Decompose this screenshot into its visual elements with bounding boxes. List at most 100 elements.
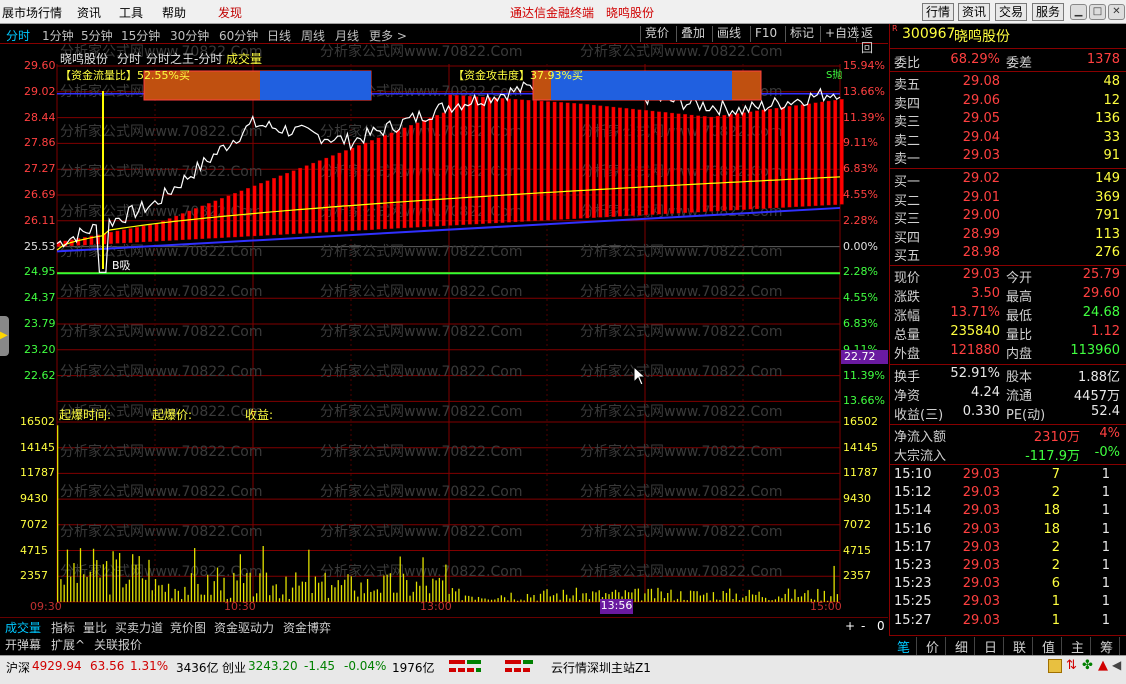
tick-row[interactable]: 15:10 29.03 7 1: [890, 467, 1126, 485]
buy-row[interactable]: 买二 29.01 369: [890, 190, 1126, 209]
sell-row[interactable]: 卖四 29.06 12: [890, 93, 1126, 112]
top-btn-trade[interactable]: 交易: [995, 3, 1027, 21]
close-icon[interactable]: ✕: [1108, 4, 1125, 20]
tick-row[interactable]: 15:23 29.03 6 1: [890, 576, 1126, 594]
period-5min[interactable]: 5分钟: [81, 27, 113, 44]
volume-bar: [422, 557, 424, 602]
period-week[interactable]: 周线: [301, 27, 325, 44]
settings-icon[interactable]: ✤: [1082, 658, 1093, 673]
stat-row[interactable]: 外盘 121880 内盘 113960: [890, 343, 1126, 362]
minimize-icon[interactable]: ▁: [1070, 4, 1087, 20]
period-60min[interactable]: 60分钟: [219, 27, 258, 44]
tab-capital-drive[interactable]: 资金驱动力: [214, 619, 274, 636]
top-btn-news[interactable]: 资讯: [958, 3, 990, 21]
panel-tab[interactable]: 笔: [891, 637, 917, 656]
intraday-chart[interactable]: 分析家公式网www.70822.Com 分析家公式网www.70822.Com 分析…: [0, 44, 888, 616]
menu-market[interactable]: 展市场行情: [2, 4, 62, 21]
volume-bar: [745, 596, 747, 602]
panel-tab[interactable]: 筹: [1094, 637, 1120, 656]
period-1min[interactable]: 1分钟: [42, 27, 74, 44]
tab-volratio[interactable]: 量比: [83, 619, 107, 636]
stat-row[interactable]: 现价 29.03 今开 25.79: [890, 267, 1126, 286]
volume-bar: [663, 598, 666, 602]
stat2-label: PE(动): [1006, 408, 1046, 423]
capital-bar: [650, 110, 655, 215]
panel-tab[interactable]: 主: [1065, 637, 1091, 656]
sell-row[interactable]: 卖三 29.05 136: [890, 111, 1126, 130]
menu-help[interactable]: 帮助: [162, 4, 186, 21]
period-30min[interactable]: 30分钟: [170, 27, 209, 44]
panel-tab[interactable]: 值: [1036, 637, 1062, 656]
period-day[interactable]: 日线: [267, 27, 291, 44]
stat-row[interactable]: 涨跌 3.50 最高 29.60: [890, 286, 1126, 305]
top-btn-service[interactable]: 服务: [1032, 3, 1064, 21]
buy-row[interactable]: 买一 29.02 149: [890, 171, 1126, 190]
stat2-row[interactable]: 换手 52.91% 股本 1.88亿: [890, 366, 1126, 385]
maximize-icon[interactable]: □: [1089, 4, 1106, 20]
buy-row[interactable]: 买四 28.99 113: [890, 227, 1126, 246]
tool-auction[interactable]: 竞价: [640, 26, 673, 42]
stat-row[interactable]: 总量 235840 量比 1.12: [890, 324, 1126, 343]
collapse-left-handle[interactable]: ▶: [0, 316, 9, 356]
menu-tools[interactable]: 工具: [119, 4, 143, 21]
tab-force[interactable]: 买卖力道: [115, 619, 163, 636]
period-15min[interactable]: 15分钟: [121, 27, 160, 44]
volume-bar: [102, 564, 104, 602]
tick-row[interactable]: 15:12 29.03 2 1: [890, 485, 1126, 503]
tick-row[interactable]: 15:17 29.03 2 1: [890, 540, 1126, 558]
buy-row[interactable]: 买三 29.00 791: [890, 208, 1126, 227]
capital-bar: [128, 228, 133, 243]
volume-bar: [318, 582, 320, 602]
panel-tab[interactable]: 日: [978, 637, 1004, 656]
tick-row[interactable]: 15:27 29.03 1 1: [890, 613, 1126, 631]
lock-icon[interactable]: [1048, 659, 1062, 673]
sound-icon[interactable]: ◀: [1112, 658, 1121, 672]
buy-row[interactable]: 买五 28.98 276: [890, 245, 1126, 264]
sell-row[interactable]: 卖一 29.03 91: [890, 148, 1126, 167]
tool-f10[interactable]: F10: [750, 26, 781, 42]
menu-news[interactable]: 资讯: [77, 4, 101, 21]
tab-capital-game[interactable]: 资金博弈: [283, 619, 331, 636]
tab-volume[interactable]: 成交量: [5, 619, 41, 636]
menu-discover[interactable]: 发现: [218, 4, 242, 21]
flow-row[interactable]: 净流入额 2310万 4%: [890, 426, 1126, 445]
sell-row[interactable]: 卖二 29.04 33: [890, 130, 1126, 149]
tab-related-quotes[interactable]: 关联报价: [94, 636, 142, 653]
tool-draw[interactable]: 画线: [712, 26, 745, 42]
tick-row[interactable]: 15:16 29.03 18 1: [890, 522, 1126, 540]
capital-bar: [415, 122, 420, 228]
panel-tab[interactable]: 价: [920, 637, 946, 656]
capital-bar: [787, 106, 792, 208]
panel-tab[interactable]: 细: [949, 637, 975, 656]
tick-row[interactable]: 15:14 29.03 18 1: [890, 503, 1126, 521]
period-minute[interactable]: 分时: [6, 27, 30, 44]
stat2-row[interactable]: 收益(三) 0.330 PE(动) 52.4: [890, 404, 1126, 423]
tab-expand[interactable]: 扩展^: [51, 636, 85, 653]
tick-row[interactable]: 15:25 29.03 1 1: [890, 594, 1126, 612]
tool-mark[interactable]: 标记: [785, 26, 818, 42]
chart-icon[interactable]: ⇅: [1066, 658, 1077, 673]
tab-auction-chart[interactable]: 竞价图: [170, 619, 206, 636]
zoom-reset-button[interactable]: 0: [877, 619, 885, 633]
tick-row[interactable]: 15:23 29.03 2 1: [890, 558, 1126, 576]
stat2-value: 4.24: [971, 385, 1000, 400]
tool-back[interactable]: 返回: [856, 26, 888, 55]
top-btn-quotes[interactable]: 行情: [922, 3, 954, 21]
period-month[interactable]: 月线: [335, 27, 359, 44]
volume-bar: [549, 596, 551, 602]
tab-danmu[interactable]: 开弹幕: [5, 636, 41, 653]
zoom-in-button[interactable]: +: [845, 619, 855, 633]
stat2-row[interactable]: 净资 4.24 流通 4457万: [890, 385, 1126, 404]
period-more[interactable]: 更多 >: [369, 27, 407, 44]
sell-row[interactable]: 卖五 29.08 48: [890, 74, 1126, 93]
zoom-out-button[interactable]: -: [861, 619, 865, 633]
tab-indicator[interactable]: 指标: [51, 619, 75, 636]
chart-canvas[interactable]: 分析家公式网www.70822.Com 分析家公式网www.70822.Com 分析…: [0, 44, 888, 616]
signal-icon[interactable]: ▲: [1098, 658, 1108, 673]
stat-row[interactable]: 涨幅 13.71% 最低 24.68: [890, 305, 1126, 324]
volume-bar: [386, 574, 388, 602]
volume-bar: [490, 599, 493, 602]
tool-overlay[interactable]: 叠加: [676, 26, 709, 42]
flow-row[interactable]: 大宗流入 -117.9万 -0%: [890, 445, 1126, 464]
panel-tab[interactable]: 联: [1007, 637, 1033, 656]
